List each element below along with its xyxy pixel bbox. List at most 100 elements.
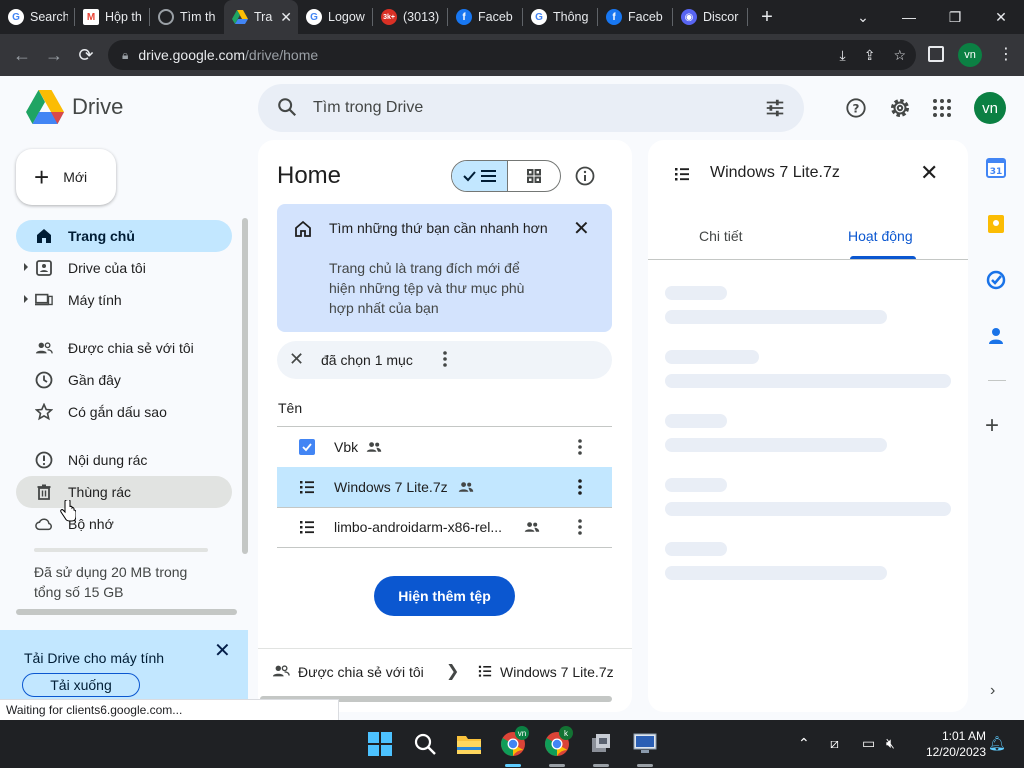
remote-desktop-icon[interactable] xyxy=(631,730,659,758)
sidebar-item-storage[interactable]: Bộ nhớ xyxy=(16,508,232,540)
expand-caret-icon[interactable] xyxy=(24,295,28,303)
file-row[interactable]: Vbk xyxy=(277,427,612,467)
profile-avatar[interactable]: vn xyxy=(958,43,982,67)
chevron-up-icon[interactable]: ⌃ xyxy=(798,735,810,752)
add-apps-icon[interactable]: + xyxy=(985,414,999,438)
grid-view-button[interactable] xyxy=(508,161,560,191)
column-header-name[interactable]: Tên xyxy=(278,400,302,416)
close-icon[interactable]: ✕ xyxy=(573,216,590,241)
display-icon[interactable]: ▭ xyxy=(862,735,875,752)
chrome-icon[interactable]: vn xyxy=(499,726,529,758)
close-window-icon[interactable]: ✕ xyxy=(978,0,1024,34)
sidebar-item-shared[interactable]: Được chia sẻ với tôi xyxy=(16,332,232,364)
sidebar-item-home[interactable]: Trang chủ xyxy=(16,220,232,252)
bookmark-star-icon[interactable]: ☆ xyxy=(893,47,906,64)
side-panel-icon[interactable] xyxy=(928,46,944,62)
browser-tab-badge[interactable]: 3k+ (3013) xyxy=(373,0,447,34)
google-icon: G xyxy=(531,9,547,25)
sidebar-item-my-drive[interactable]: Drive của tôi xyxy=(16,252,232,284)
more-vert-icon[interactable] xyxy=(577,518,583,536)
checkbox-doc-icon xyxy=(299,439,315,455)
browser-tab-discord[interactable]: ◉ Discor xyxy=(673,0,747,34)
show-more-files-button[interactable]: Hiện thêm tệp xyxy=(374,576,515,616)
search-bar[interactable]: Tìm trong Drive xyxy=(258,84,804,132)
close-icon[interactable]: ✕ xyxy=(920,160,938,186)
chrome-icon[interactable]: k xyxy=(543,726,573,758)
sidebar-horizontal-scrollbar[interactable] xyxy=(16,609,237,615)
tab-activity[interactable]: Hoạt động xyxy=(848,228,913,244)
restore-icon[interactable]: ❐ xyxy=(932,0,978,34)
chevron-right-icon[interactable]: › xyxy=(990,682,995,700)
download-button[interactable]: Tải xuống xyxy=(22,673,140,697)
sidebar-item-spam[interactable]: Nội dung rác xyxy=(16,444,232,476)
system-clock[interactable]: 1:01 AM 12/20/2023 xyxy=(916,728,986,760)
address-bar[interactable]: 🔒︎ drive.google.com/drive/home ⤓ ⇪ ☆ xyxy=(108,40,916,70)
tasks-icon[interactable] xyxy=(986,270,1006,290)
browser-tab-search[interactable]: G Search xyxy=(0,0,74,34)
breadcrumb-item[interactable]: Được chia sẻ với tôi xyxy=(298,664,424,680)
more-vert-icon[interactable] xyxy=(577,438,583,456)
more-vert-icon[interactable] xyxy=(577,478,583,496)
sidebar-item-recent[interactable]: Gần đây xyxy=(16,364,232,396)
reload-icon[interactable]: ⟳ xyxy=(70,39,102,71)
share-icon[interactable]: ⇪ xyxy=(864,47,876,64)
search-input[interactable]: Tìm trong Drive xyxy=(313,99,423,117)
keep-icon[interactable] xyxy=(986,214,1006,234)
sidebar-item-trash[interactable]: Thùng rác xyxy=(16,476,232,508)
back-arrow-icon[interactable]: ← xyxy=(6,39,38,71)
loading-placeholder xyxy=(665,374,951,388)
menu-kebab-icon[interactable]: ⋮ xyxy=(998,44,1014,64)
apps-grid-icon[interactable] xyxy=(930,96,954,120)
file-row-selected[interactable]: Windows 7 Lite.7z xyxy=(277,467,612,507)
contacts-icon[interactable] xyxy=(986,326,1006,346)
clock-date: 12/20/2023 xyxy=(925,745,986,759)
breadcrumb-item-current[interactable]: Windows 7 Lite.7z xyxy=(500,664,614,680)
browser-tab-logo[interactable]: G Logow xyxy=(298,0,372,34)
minimize-icon[interactable]: — xyxy=(886,0,932,34)
volume-mute-icon[interactable]: 🔇︎ xyxy=(886,735,895,752)
browser-tab-gmail[interactable]: M Hộp th xyxy=(75,0,149,34)
account-avatar[interactable]: vn xyxy=(974,92,1006,124)
browser-tab-facebook-2[interactable]: f Faceb xyxy=(598,0,672,34)
tab-details[interactable]: Chi tiết xyxy=(699,228,743,244)
sidebar-item-starred[interactable]: Có gắn dấu sao xyxy=(16,396,232,428)
network-off-icon[interactable]: ⧄ xyxy=(830,735,839,752)
file-row[interactable]: limbo-androidarm-x86-rel... xyxy=(277,507,612,547)
divider xyxy=(988,380,1006,381)
settings-gear-icon[interactable] xyxy=(888,96,912,120)
running-indicator xyxy=(549,764,565,767)
file-explorer-icon[interactable] xyxy=(455,730,483,758)
search-icon[interactable] xyxy=(411,730,439,758)
close-tab-icon[interactable]: ✕ xyxy=(280,9,292,26)
expand-caret-icon[interactable] xyxy=(24,263,28,271)
drive-logo[interactable]: Drive xyxy=(26,90,123,124)
info-icon[interactable] xyxy=(575,166,595,186)
help-icon[interactable]: ? xyxy=(844,96,868,120)
tab-title: Discor xyxy=(703,10,739,24)
sidebar-item-computers[interactable]: Máy tính xyxy=(16,284,232,316)
sidebar-scrollbar[interactable] xyxy=(242,218,248,554)
svg-text:31: 31 xyxy=(990,167,1003,177)
windows-start-icon[interactable] xyxy=(366,730,394,758)
main-content: Home Tìm những thứ bạn cần nhanh hơn Tra… xyxy=(258,140,632,712)
browser-tab-facebook[interactable]: f Faceb xyxy=(448,0,522,34)
calendar-icon[interactable]: 31 xyxy=(986,158,1006,178)
notification-bell-icon[interactable]: 🔔︎ xyxy=(988,735,1006,752)
browser-tab-search-2[interactable]: Tìm th xyxy=(150,0,224,34)
search-icon[interactable] xyxy=(276,96,298,118)
new-button[interactable]: + Mới xyxy=(16,149,116,205)
clear-selection-icon[interactable]: ✕ xyxy=(289,349,304,370)
list-view-button[interactable] xyxy=(452,161,508,191)
search-options-icon[interactable] xyxy=(764,97,786,119)
browser-tab-drive[interactable]: Tra ✕ xyxy=(224,0,298,34)
more-vert-icon[interactable] xyxy=(442,350,448,368)
close-icon[interactable]: ✕ xyxy=(214,638,231,663)
windows-taskbar: vn k ⌃ ⧄ ▭ 🔇︎ 1:01 AM 12/20/2023 🔔︎ xyxy=(0,720,1024,768)
tab-search-icon[interactable]: ⌄ xyxy=(840,0,886,34)
sidebar-item-label: Trang chủ xyxy=(68,228,135,244)
install-app-icon[interactable]: ⤓ xyxy=(840,47,846,64)
browser-tab-thong[interactable]: G Thông xyxy=(523,0,597,34)
new-tab-button[interactable]: + xyxy=(752,2,782,32)
app-installer-icon[interactable] xyxy=(587,730,615,758)
forward-arrow-icon[interactable]: → xyxy=(38,39,70,71)
